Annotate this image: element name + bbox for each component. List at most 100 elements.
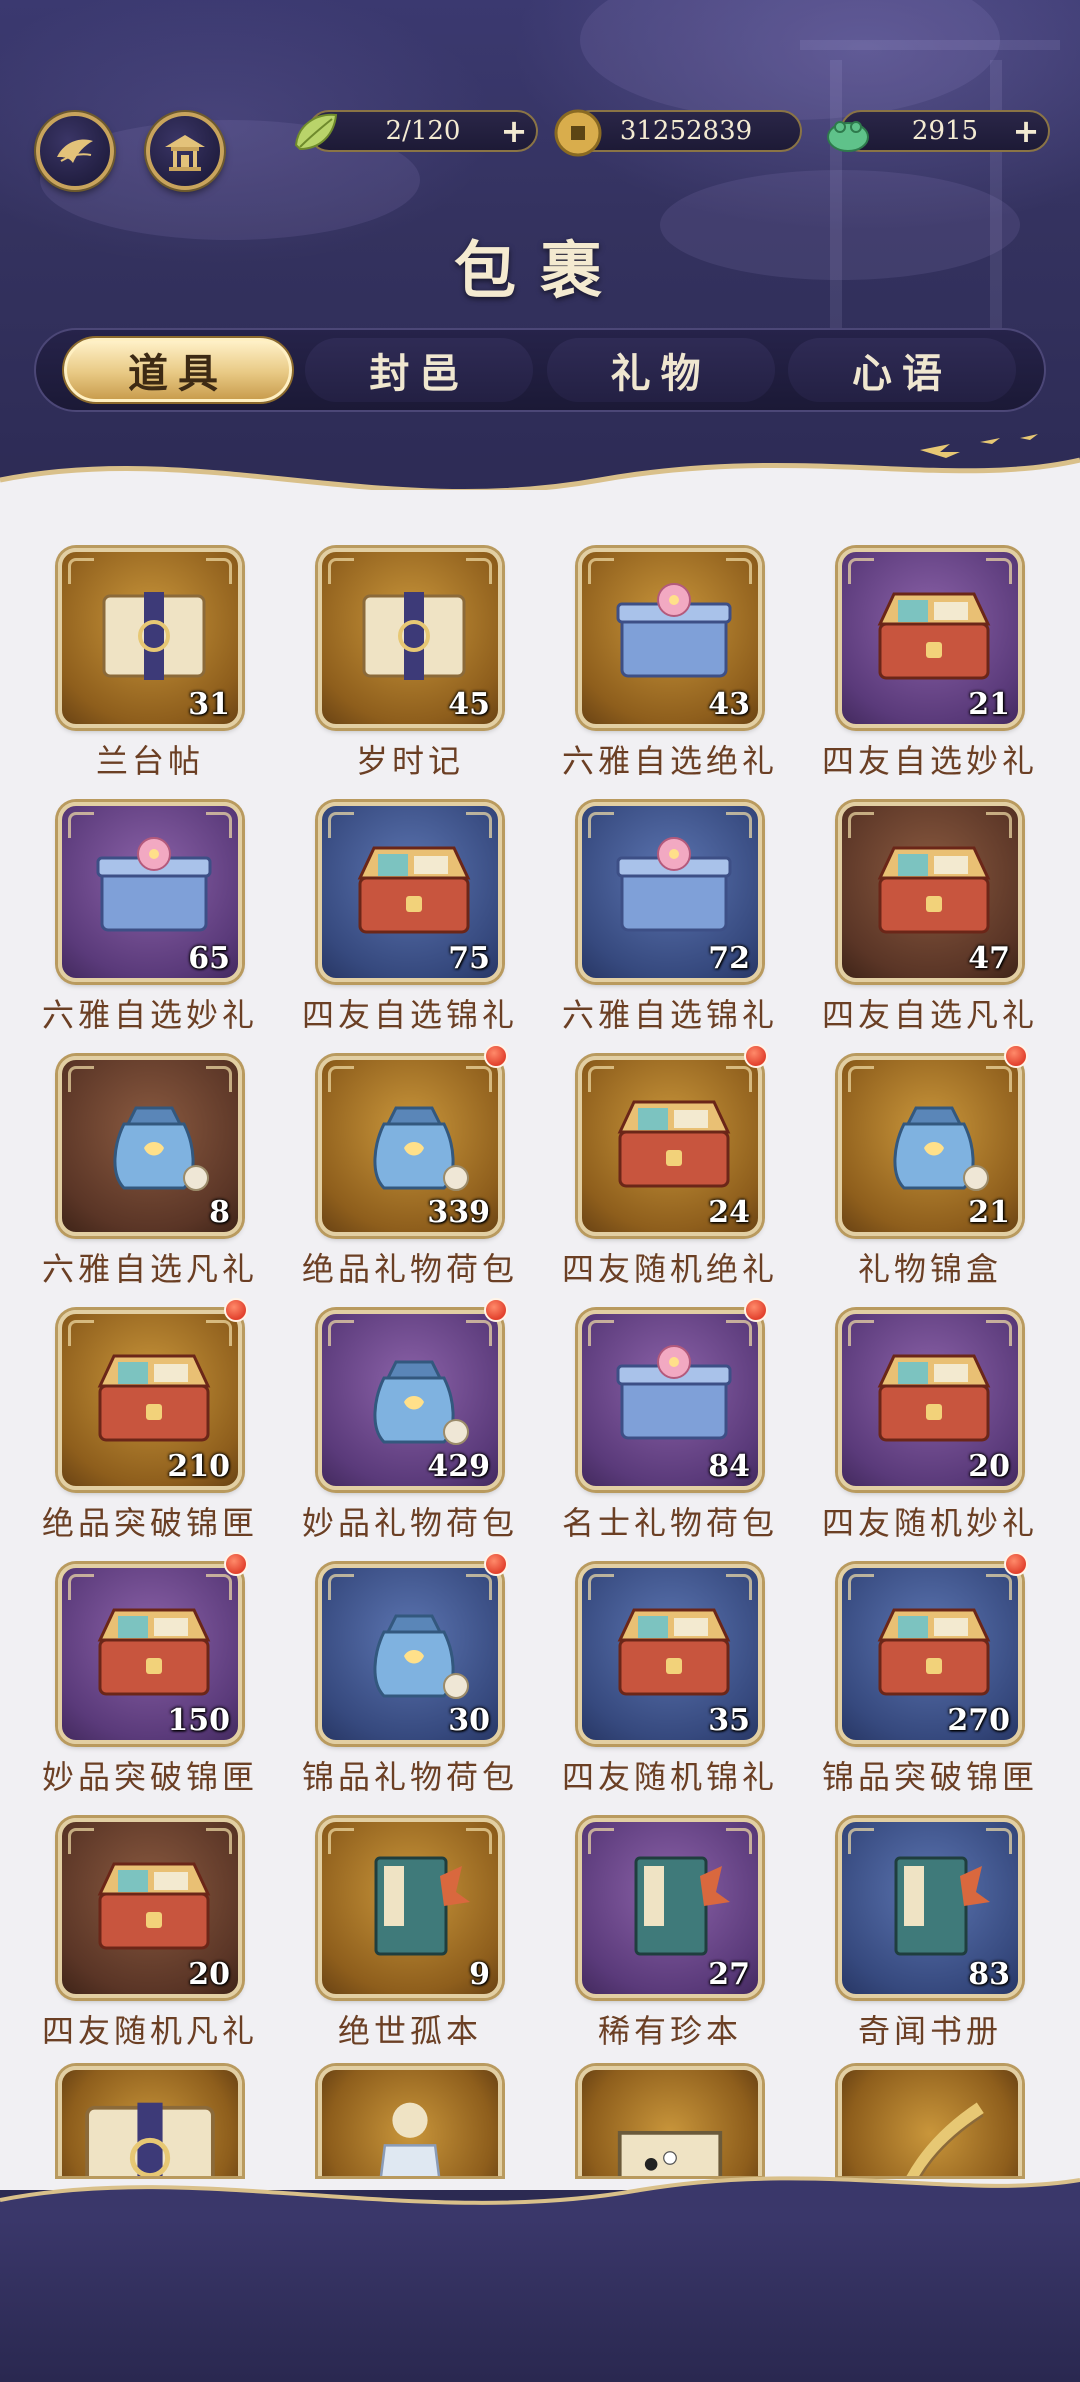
- inventory-slot[interactable]: 21 礼物锦盒: [800, 1044, 1060, 1288]
- item-count: 429: [427, 1449, 490, 1484]
- item-frame[interactable]: 35: [578, 1564, 762, 1744]
- item-frame[interactable]: 20: [838, 1310, 1022, 1490]
- item-frame[interactable]: 75: [318, 802, 502, 982]
- tab-fief[interactable]: 封邑: [305, 338, 534, 402]
- item-count: 20: [188, 1957, 230, 1992]
- gift-box-icon: [96, 837, 212, 932]
- item-count: 31: [188, 687, 230, 722]
- new-notification-dot: [224, 1552, 248, 1576]
- tab-items[interactable]: 道具: [64, 338, 292, 402]
- item-name: 四友随机锦礼: [561, 1758, 778, 1796]
- inventory-slot[interactable]: 45 岁时记: [280, 548, 540, 780]
- item-frame[interactable]: 31: [58, 548, 242, 728]
- item-name: 兰台帖: [95, 742, 204, 780]
- inventory-slot[interactable]: 150 妙品突破锦匣: [20, 1552, 280, 1796]
- new-notification-dot: [1004, 1044, 1028, 1068]
- item-frame[interactable]: 72: [578, 802, 762, 982]
- inventory-slot[interactable]: 75 四友自选锦礼: [280, 802, 540, 1034]
- item-frame[interactable]: 20: [58, 1818, 242, 1998]
- item-name: 四友随机绝礼: [561, 1250, 778, 1288]
- item-frame[interactable]: 21: [838, 1056, 1022, 1236]
- tab-gifts[interactable]: 礼物: [546, 338, 775, 402]
- inventory-slot[interactable]: 20 四友随机凡礼: [20, 1818, 280, 2050]
- inventory-slot[interactable]: 210 绝品突破锦匣: [20, 1298, 280, 1542]
- item-count: 83: [968, 1957, 1010, 1992]
- item-frame[interactable]: 270: [838, 1564, 1022, 1744]
- treasure-chest-icon: [97, 1354, 211, 1442]
- new-notification-dot: [224, 1298, 248, 1322]
- item-frame[interactable]: 43: [578, 548, 762, 728]
- item-frame[interactable]: 24: [578, 1056, 762, 1236]
- item-name: 六雅自选锦礼: [561, 996, 778, 1034]
- stamina-counter: 2/120 +: [294, 110, 538, 152]
- item-frame[interactable]: 429: [318, 1310, 502, 1490]
- inventory-slot[interactable]: 270 锦品突破锦匣: [800, 1552, 1060, 1796]
- item-name: 锦品突破锦匣: [821, 1758, 1038, 1796]
- header-wave-decoration: [0, 434, 1080, 500]
- pavilion-button[interactable]: [146, 112, 224, 190]
- gold-coin-icon: [554, 109, 602, 157]
- item-frame[interactable]: 30: [318, 1564, 502, 1744]
- inventory-slot[interactable]: 20 四友随机妙礼: [800, 1310, 1060, 1542]
- item-frame[interactable]: 45: [318, 548, 502, 728]
- new-notification-dot: [744, 1044, 768, 1068]
- item-count: 20: [968, 1449, 1010, 1484]
- item-count: 45: [448, 687, 490, 722]
- item-frame[interactable]: 210: [58, 1310, 242, 1490]
- inventory-slot[interactable]: 43 六雅自选绝礼: [540, 548, 800, 780]
- item-name: 礼物锦盒: [857, 1250, 1002, 1288]
- inventory-slot[interactable]: 35 四友随机锦礼: [540, 1564, 800, 1796]
- item-count: 8: [209, 1195, 230, 1230]
- inventory-slot[interactable]: 9 绝世孤本: [280, 1818, 540, 2050]
- inventory-slot[interactable]: 24 四友随机绝礼: [540, 1044, 800, 1288]
- item-frame[interactable]: 150: [58, 1564, 242, 1744]
- green-leaf-icon: [294, 113, 338, 151]
- new-notification-dot: [484, 1044, 508, 1068]
- item-frame[interactable]: 9: [318, 1818, 502, 1998]
- inventory-grid: 31 兰台帖 45 岁时记 43 六雅自选绝礼 21 四友自选妙礼 65 六雅自选妙礼 75 四友自选…: [20, 548, 1060, 2050]
- inventory-slot[interactable]: 72 六雅自选锦礼: [540, 802, 800, 1034]
- item-frame[interactable]: 65: [58, 802, 242, 982]
- item-frame[interactable]: 8: [58, 1056, 242, 1236]
- item-count: 24: [708, 1195, 750, 1230]
- item-frame[interactable]: 84: [578, 1310, 762, 1490]
- item-name: 六雅自选绝礼: [561, 742, 778, 780]
- silk-pouch-icon: [893, 1106, 989, 1191]
- treasure-chest-icon: [97, 1862, 211, 1950]
- item-frame[interactable]: 21: [838, 548, 1022, 728]
- inventory-slot[interactable]: 21 四友自选妙礼: [800, 548, 1060, 780]
- item-frame[interactable]: 27: [578, 1818, 762, 1998]
- silk-pouch-icon: [113, 1106, 209, 1191]
- inventory-slot[interactable]: 65 六雅自选妙礼: [20, 802, 280, 1034]
- item-count: 21: [968, 1195, 1010, 1230]
- item-count: 339: [427, 1195, 490, 1230]
- gift-box-icon: [616, 837, 732, 932]
- new-notification-dot: [484, 1298, 508, 1322]
- book-icon: [374, 1856, 470, 1956]
- treasure-chest-icon: [97, 1608, 211, 1696]
- item-name: 四友自选凡礼: [821, 996, 1038, 1034]
- item-count: 47: [968, 941, 1010, 976]
- leaf-emblem-button[interactable]: [36, 112, 114, 190]
- item-frame[interactable]: 47: [838, 802, 1022, 982]
- tab-heart-words[interactable]: 心语: [787, 338, 1016, 402]
- inventory-slot[interactable]: 339 绝品礼物荷包: [280, 1044, 540, 1288]
- inventory-slot[interactable]: 84 名士礼物荷包: [540, 1298, 800, 1542]
- inventory-slot[interactable]: 429 妙品礼物荷包: [280, 1298, 540, 1542]
- inventory-slot[interactable]: 31 兰台帖: [20, 548, 280, 780]
- coins-value: 31252839: [619, 116, 753, 146]
- add-jade-button[interactable]: +: [1012, 115, 1040, 147]
- inventory-slot[interactable]: 8 六雅自选凡礼: [20, 1056, 280, 1288]
- item-frame[interactable]: 83: [838, 1818, 1022, 1998]
- inventory-slot[interactable]: 47 四友自选凡礼: [800, 802, 1060, 1034]
- add-stamina-button[interactable]: +: [500, 115, 528, 147]
- item-count: 30: [448, 1703, 490, 1738]
- inventory-slot[interactable]: 30 锦品礼物荷包: [280, 1552, 540, 1796]
- item-name: 稀有珍本: [597, 2012, 742, 2050]
- item-frame[interactable]: 339: [318, 1056, 502, 1236]
- item-count: 27: [708, 1957, 750, 1992]
- inventory-slot[interactable]: 27 稀有珍本: [540, 1818, 800, 2050]
- inventory-slot[interactable]: 83 奇闻书册: [800, 1818, 1060, 2050]
- treasure-chest-icon: [877, 1354, 991, 1442]
- item-name: 奇闻书册: [857, 2012, 1002, 2050]
